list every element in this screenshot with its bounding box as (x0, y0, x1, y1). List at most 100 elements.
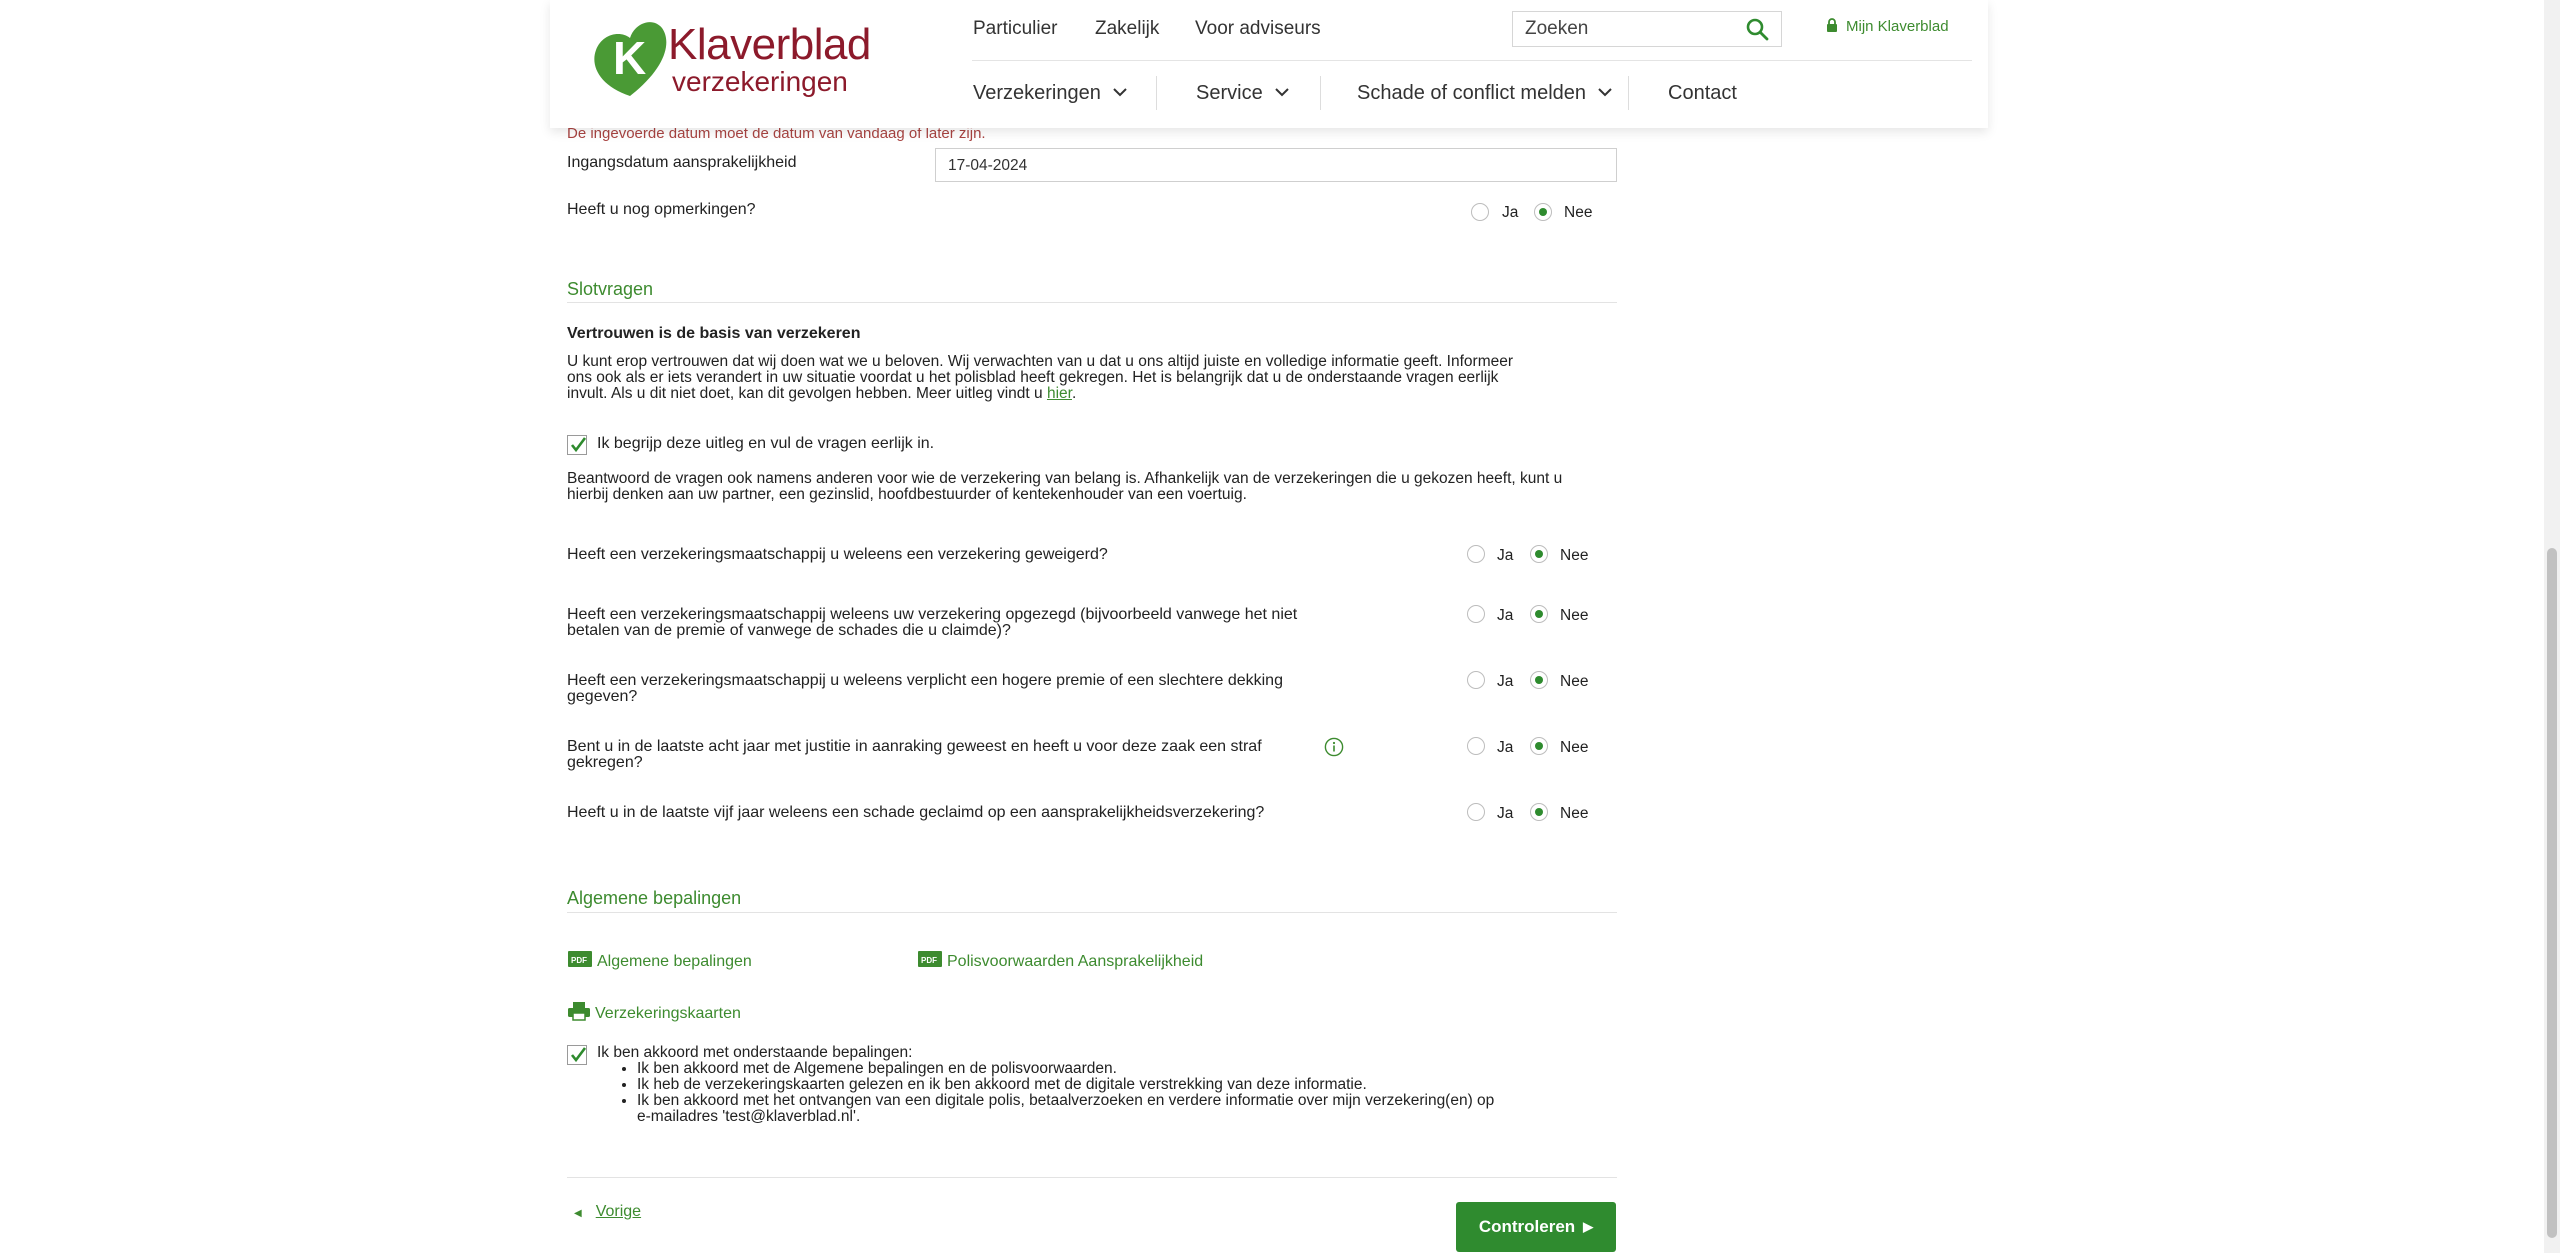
trust-paragraph-line3-text: invult. Als u dit niet doet, kan dit gev… (567, 385, 1043, 402)
agree-checkbox[interactable] (567, 1045, 587, 1065)
nav-particulier[interactable]: Particulier (973, 18, 1057, 40)
section-divider (567, 302, 1617, 303)
q1-no-radio[interactable] (1530, 545, 1548, 563)
nav-verzekeringen-label: Verzekeringen (973, 82, 1101, 104)
start-date-label: Ingangsdatum aansprakelijkheid (567, 154, 797, 171)
trust-paragraph-line2: ons ook als er iets verandert in uw situ… (567, 369, 1499, 386)
nav-separator (1320, 76, 1321, 110)
trust-subtitle: Vertrouwen is de basis van verzekeren (567, 325, 861, 342)
q3-yes-label[interactable]: Ja (1497, 673, 1513, 691)
agree-item-3-line2: e-mailadres 'test@klaverblad.nl'. (637, 1108, 861, 1125)
question-justice-line1: Bent u in de laatste acht jaar met justi… (567, 738, 1262, 755)
arrow-left-icon: ◀ (574, 1208, 582, 1219)
chevron-down-icon (1598, 88, 1612, 97)
header-divider (972, 60, 1972, 61)
q4-yes-radio[interactable] (1467, 737, 1485, 755)
others-paragraph: Beantwoord de vragen ook namens anderen … (567, 471, 1617, 503)
start-date-value: 17-04-2024 (948, 157, 1028, 174)
clover-leaf-icon: K (594, 22, 667, 96)
q3-yes-radio[interactable] (1467, 671, 1485, 689)
remarks-yes-label[interactable]: Ja (1502, 204, 1518, 222)
others-paragraph-line2: hierbij denken aan uw partner, een gezin… (567, 486, 1247, 503)
pdf-icon: PDF (568, 951, 592, 967)
svg-text:PDF: PDF (921, 956, 937, 965)
lock-icon (1827, 18, 1837, 32)
q3-no-radio[interactable] (1530, 671, 1548, 689)
start-date-input[interactable]: 17-04-2024 (935, 148, 1617, 182)
previous-link[interactable]: ◀ Vorige (574, 1203, 641, 1221)
understand-label[interactable]: Ik begrijp deze uitleg en vul de vragen … (597, 435, 934, 453)
nav-service[interactable]: Service (1196, 82, 1289, 105)
checkmark-icon (570, 437, 587, 453)
q3-no-label[interactable]: Nee (1560, 673, 1588, 691)
q1-yes-radio[interactable] (1467, 545, 1485, 563)
agree-block: Ik ben akkoord met onderstaande bepaling… (597, 1045, 1597, 1125)
q5-yes-radio[interactable] (1467, 803, 1485, 821)
scrollbar-thumb[interactable] (2547, 548, 2557, 1238)
doc-algemene-bepalingen[interactable]: PDF Algemene bepalingen (567, 950, 752, 971)
q1-no-label[interactable]: Nee (1560, 547, 1588, 565)
nav-verzekeringen[interactable]: Verzekeringen (973, 82, 1127, 105)
trust-paragraph-line1: U kunt erop vertrouwen dat wij doen wat … (567, 353, 1514, 370)
remarks-yes-radio[interactable] (1471, 203, 1489, 221)
q4-no-radio[interactable] (1530, 737, 1548, 755)
agree-item-3-line1: Ik ben akkoord met het ontvangen van een… (637, 1092, 1495, 1109)
section-divider (567, 912, 1617, 913)
slotvragen-heading: Slotvragen (567, 279, 654, 299)
q5-yes-label[interactable]: Ja (1497, 805, 1513, 823)
nav-zakelijk[interactable]: Zakelijk (1095, 18, 1159, 40)
print-verzekeringskaarten[interactable]: Verzekeringskaarten (567, 1001, 741, 1023)
question-refused: Heeft een verzekeringsmaatschappij u wel… (567, 547, 1327, 563)
nav-schade-melden[interactable]: Schade of conflict melden (1357, 82, 1612, 105)
printer-icon (568, 1002, 590, 1021)
controleren-button[interactable]: Controleren ▶ (1456, 1202, 1616, 1252)
nav-separator (1628, 76, 1629, 110)
remarks-no-radio[interactable] (1534, 203, 1552, 221)
q4-no-label[interactable]: Nee (1560, 739, 1588, 757)
q2-no-label[interactable]: Nee (1560, 607, 1588, 625)
question-higher-premium: Heeft een verzekeringsmaatschappij u wel… (567, 673, 1327, 705)
print-verzekeringskaarten-label: Verzekeringskaarten (595, 1005, 741, 1022)
question-cancelled-line2: betalen van de premie of vanwege de scha… (567, 622, 1011, 639)
agree-item: Ik ben akkoord met de Algemene bepalinge… (637, 1061, 1597, 1077)
logo[interactable]: K Klaverblad verzekeringen (590, 14, 871, 104)
question-cancelled-line1: Heeft een verzekeringsmaatschappij welee… (567, 606, 1298, 623)
agree-label[interactable]: Ik ben akkoord met onderstaande bepaling… (597, 1045, 1597, 1061)
q4-yes-label[interactable]: Ja (1497, 739, 1513, 757)
question-justice: Bent u in de laatste acht jaar met justi… (567, 739, 1327, 771)
page-scrollbar[interactable] (2544, 0, 2560, 1253)
controleren-label: Controleren (1478, 1217, 1576, 1236)
q2-no-radio[interactable] (1530, 605, 1548, 623)
question-claimed-line1: Heeft u in de laatste vijf jaar weleens … (567, 804, 1265, 821)
search-input[interactable] (1513, 12, 1757, 46)
q5-no-radio[interactable] (1530, 803, 1548, 821)
logo-title: Klaverblad (668, 20, 871, 69)
play-icon: ▶ (1583, 1219, 1594, 1234)
nav-voor-adviseurs[interactable]: Voor adviseurs (1195, 18, 1321, 40)
search-icon[interactable] (1745, 17, 1769, 41)
question-higher-premium-line2: gegeven? (567, 688, 638, 705)
q1-yes-label[interactable]: Ja (1497, 547, 1513, 565)
q5-no-label[interactable]: Nee (1560, 805, 1588, 823)
question-refused-line1: Heeft een verzekeringsmaatschappij u wel… (567, 546, 1108, 563)
search-box (1512, 11, 1782, 47)
q2-yes-radio[interactable] (1467, 605, 1485, 623)
others-paragraph-line1: Beantwoord de vragen ook namens anderen … (567, 470, 1563, 487)
remarks-no-label[interactable]: Nee (1564, 204, 1592, 222)
footer-divider (567, 1177, 1617, 1178)
info-icon[interactable] (1324, 737, 1344, 757)
understand-checkbox[interactable] (567, 435, 587, 455)
here-link[interactable]: hier (1047, 385, 1072, 402)
logo-subtitle: verzekeringen (672, 66, 848, 97)
question-higher-premium-line1: Heeft een verzekeringsmaatschappij u wel… (567, 672, 1283, 689)
q2-yes-label[interactable]: Ja (1497, 607, 1513, 625)
account-link[interactable]: Mijn Klaverblad (1826, 18, 1949, 35)
doc-algemene-bepalingen-label: Algemene bepalingen (597, 953, 752, 970)
checkmark-icon (570, 1047, 587, 1063)
doc-polisvoorwaarden-label: Polisvoorwaarden Aansprakelijkheid (947, 953, 1204, 970)
trust-paragraph-line3: invult. Als u dit niet doet, kan dit gev… (567, 385, 1077, 402)
doc-polisvoorwaarden[interactable]: PDF Polisvoorwaarden Aansprakelijkheid (917, 950, 1203, 971)
nav-service-label: Service (1196, 82, 1263, 104)
agree-list: Ik ben akkoord met de Algemene bepalinge… (597, 1061, 1597, 1125)
nav-contact[interactable]: Contact (1668, 82, 1737, 105)
